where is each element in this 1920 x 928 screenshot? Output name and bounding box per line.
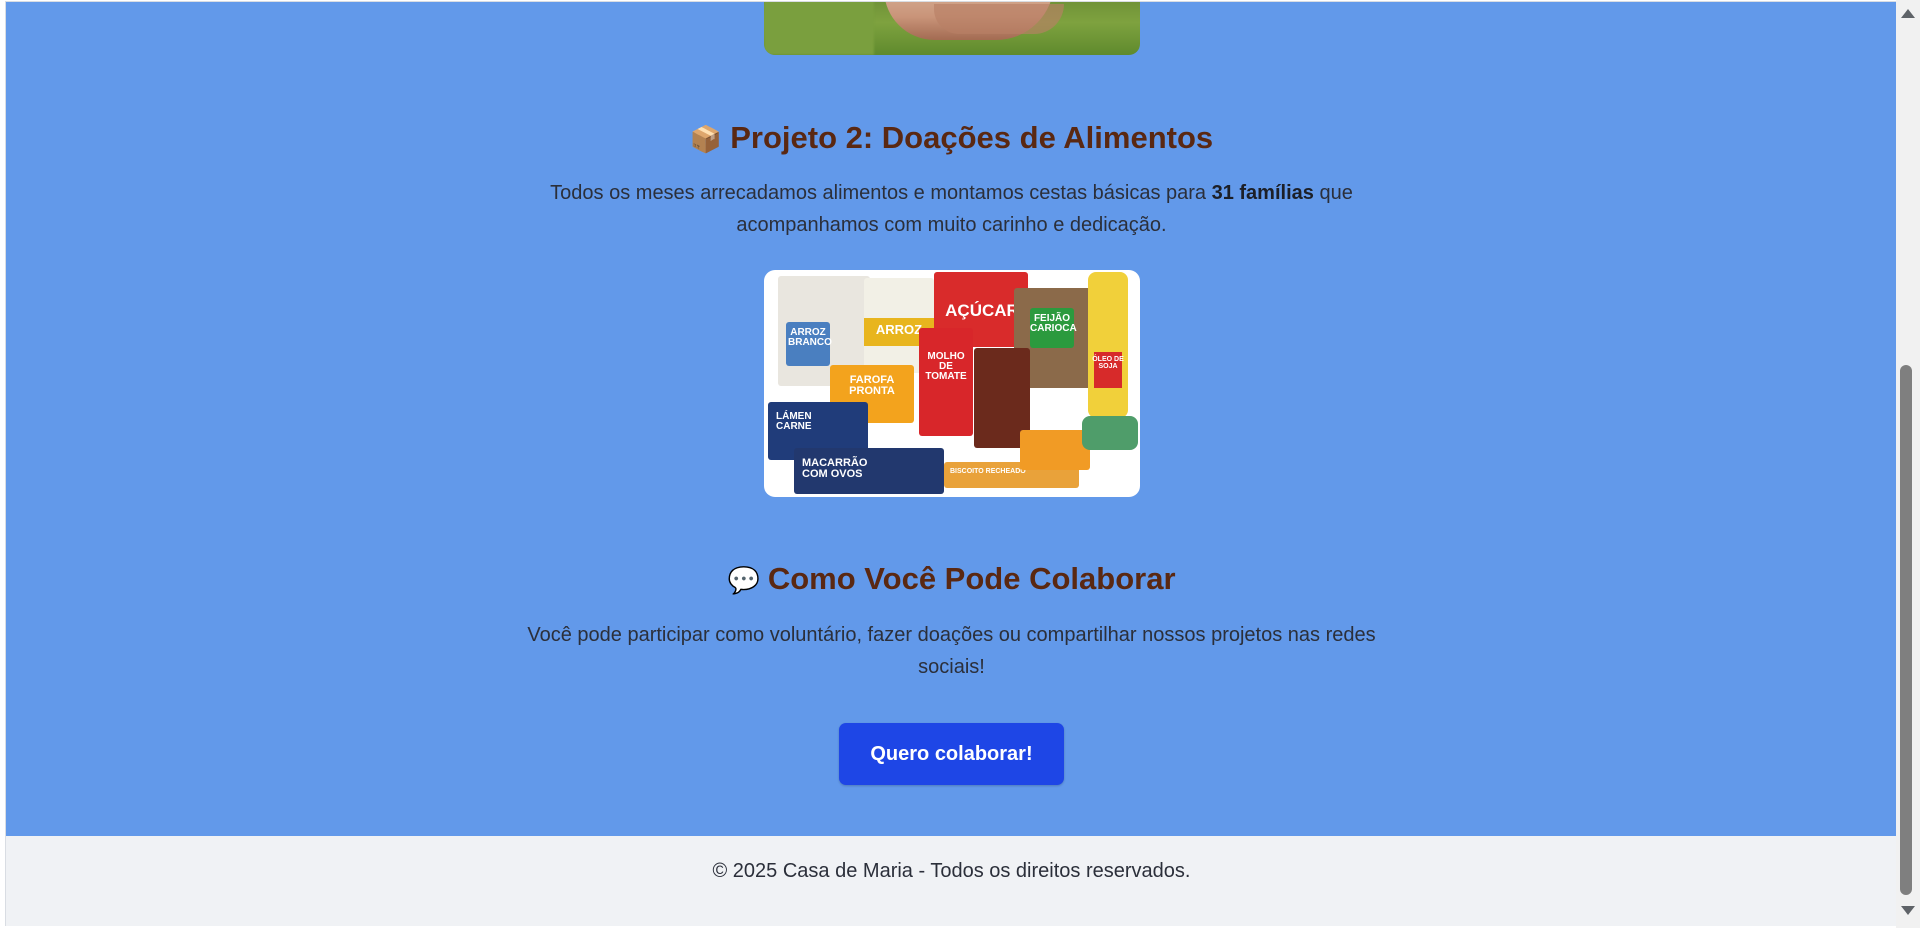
sardine-can — [1082, 416, 1138, 450]
project2-title: Projeto 2: Doações de Alimentos — [730, 120, 1214, 155]
collaborate-title: Como Você Pode Colaborar — [767, 561, 1176, 596]
juice-sachets — [1020, 430, 1090, 470]
collaborate-section: 💬 Como Você Pode Colaborar Você pode part… — [6, 561, 1897, 683]
hands-plant-photo — [764, 2, 1140, 55]
pasta-package: MACARRÃO COM OVOS — [794, 448, 944, 494]
project2-heading: 📦 Projeto 2: Doações de Alimentos — [6, 120, 1897, 158]
scroll-up-arrow-icon[interactable] — [1901, 9, 1915, 18]
tomato-sauce-package: MOLHO DE TOMATE — [919, 328, 973, 436]
scroll-down-arrow-icon[interactable] — [1901, 906, 1915, 915]
project2-section: 📦 Projeto 2: Doações de Alimentos Todos o… — [6, 120, 1897, 241]
project2-description: Todos os meses arrecadamos alimentos e m… — [550, 182, 1353, 236]
package-icon: 📦 — [689, 125, 723, 155]
vertical-scrollbar[interactable] — [1896, 0, 1920, 928]
page-viewport: 📦 Projeto 2: Doações de Alimentos Todos o… — [5, 1, 1897, 926]
food-basket-photo: ARROZ BRANCO ARROZ AÇÚCAR FEIJÃO CARIOCA… — [764, 270, 1140, 497]
collaborate-description: Você pode participar como voluntário, fa… — [527, 624, 1376, 678]
footer: © 2025 Casa de Maria - Todos os direitos… — [6, 836, 1897, 926]
copyright-text: © 2025 Casa de Maria - Todos os direitos… — [712, 860, 1191, 882]
oil-bottle: ÓLEO DE SOJA — [1088, 272, 1128, 418]
collaborate-button[interactable]: Quero colaborar! — [839, 723, 1064, 785]
scrollbar-thumb[interactable] — [1900, 365, 1912, 895]
speech-bubble-icon: 💬 — [727, 566, 760, 596]
collaborate-heading: 💬 Como Você Pode Colaborar — [6, 561, 1897, 599]
families-count: 31 famílias — [1211, 182, 1314, 204]
